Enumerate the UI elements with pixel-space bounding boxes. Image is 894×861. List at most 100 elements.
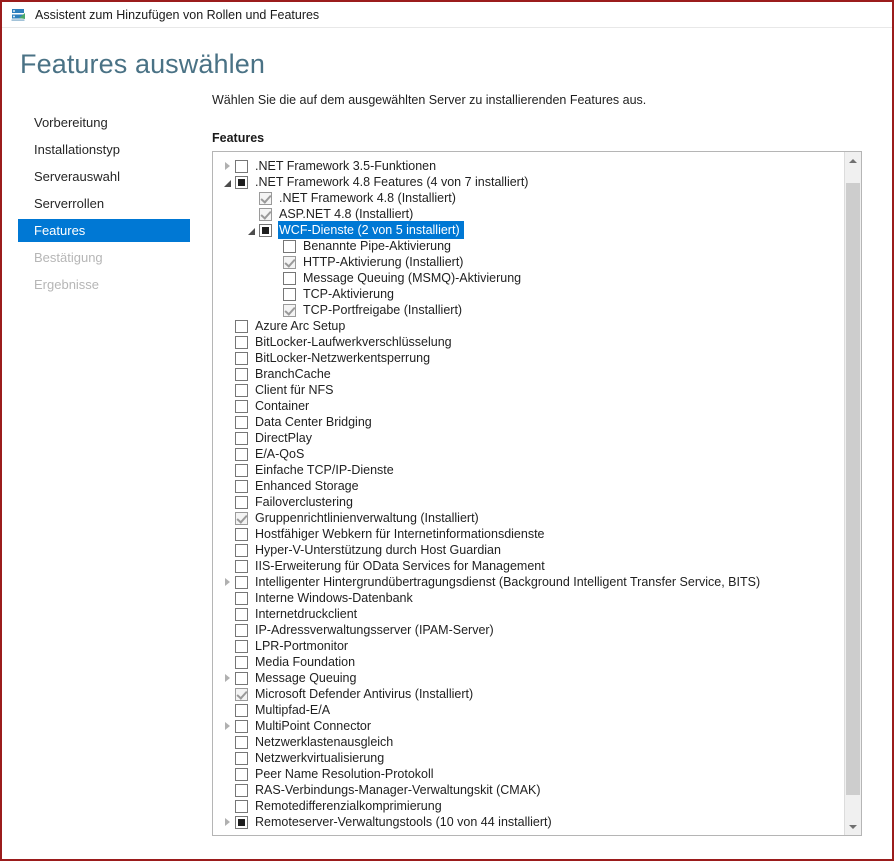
feature-checkbox[interactable] [259, 207, 272, 221]
feature-checkbox[interactable] [235, 671, 248, 685]
feature-checkbox[interactable] [235, 767, 248, 781]
feature-checkbox[interactable] [235, 639, 248, 653]
expand-triangle-icon[interactable] [220, 578, 235, 586]
feature-checkbox[interactable] [235, 431, 248, 445]
feature-row[interactable]: RAS-Verbindungs-Manager-Verwaltungskit (… [213, 782, 844, 798]
feature-row[interactable]: BitLocker-Laufwerkverschlüsselung [213, 334, 844, 350]
feature-row[interactable]: Multipfad-E/A [213, 702, 844, 718]
feature-row[interactable]: .NET Framework 4.8 (Installiert) [213, 190, 844, 206]
feature-checkbox[interactable] [283, 239, 296, 253]
feature-checkbox[interactable] [235, 175, 248, 189]
feature-row[interactable]: .NET Framework 3.5-Funktionen [213, 158, 844, 174]
feature-row[interactable]: TCP-Aktivierung [213, 286, 844, 302]
feature-row[interactable]: Interne Windows-Datenbank [213, 590, 844, 606]
expand-triangle-icon[interactable] [220, 722, 235, 730]
feature-row[interactable]: HTTP-Aktivierung (Installiert) [213, 254, 844, 270]
feature-checkbox[interactable] [235, 559, 248, 573]
feature-checkbox[interactable] [235, 591, 248, 605]
feature-row[interactable]: Media Foundation [213, 654, 844, 670]
feature-checkbox[interactable] [235, 495, 248, 509]
feature-row[interactable]: Einfache TCP/IP-Dienste [213, 462, 844, 478]
feature-row[interactable]: E/A-QoS [213, 446, 844, 462]
feature-row[interactable]: Data Center Bridging [213, 414, 844, 430]
feature-row[interactable]: Message Queuing [213, 670, 844, 686]
feature-checkbox[interactable] [235, 335, 248, 349]
feature-checkbox[interactable] [283, 255, 296, 269]
feature-checkbox[interactable] [235, 383, 248, 397]
feature-row[interactable]: Remoteserver-Verwaltungstools (10 von 44… [213, 814, 844, 830]
feature-row[interactable]: Intelligenter Hintergrundübertragungsdie… [213, 574, 844, 590]
feature-checkbox[interactable] [259, 223, 272, 237]
feature-row[interactable]: Hostfähiger Webkern für Internetinformat… [213, 526, 844, 542]
feature-row[interactable]: Client für NFS [213, 382, 844, 398]
feature-row[interactable]: Internetdruckclient [213, 606, 844, 622]
feature-checkbox[interactable] [283, 287, 296, 301]
feature-checkbox[interactable] [235, 399, 248, 413]
feature-checkbox[interactable] [235, 159, 248, 173]
feature-checkbox[interactable] [235, 351, 248, 365]
sidebar-item-features[interactable]: Features [18, 219, 190, 242]
feature-row[interactable]: Failoverclustering [213, 494, 844, 510]
feature-row[interactable]: Hyper-V-Unterstützung durch Host Guardia… [213, 542, 844, 558]
features-scrollbar[interactable] [844, 152, 861, 835]
feature-row[interactable]: Gruppenrichtlinienverwaltung (Installier… [213, 510, 844, 526]
feature-checkbox[interactable] [235, 607, 248, 621]
feature-checkbox[interactable] [235, 783, 248, 797]
feature-checkbox[interactable] [235, 463, 248, 477]
feature-checkbox[interactable] [235, 479, 248, 493]
feature-row[interactable]: TCP-Portfreigabe (Installiert) [213, 302, 844, 318]
expand-triangle-icon[interactable] [220, 162, 235, 170]
sidebar-item-serverauswahl[interactable]: Serverauswahl [2, 165, 208, 188]
feature-checkbox[interactable] [283, 303, 296, 317]
feature-checkbox[interactable] [235, 799, 248, 813]
sidebar-item-serverrollen[interactable]: Serverrollen [2, 192, 208, 215]
feature-row[interactable]: LPR-Portmonitor [213, 638, 844, 654]
feature-row[interactable]: Benannte Pipe-Aktivierung [213, 238, 844, 254]
scrollbar-track[interactable] [845, 169, 861, 818]
feature-row[interactable]: Container [213, 398, 844, 414]
feature-row[interactable]: IIS-Erweiterung für OData Services for M… [213, 558, 844, 574]
collapse-triangle-icon[interactable] [244, 225, 259, 235]
scrollbar-up-button[interactable] [845, 152, 861, 169]
features-listbox[interactable]: .NET Framework 3.5-Funktionen .NET Framew… [212, 151, 862, 836]
feature-checkbox[interactable] [235, 415, 248, 429]
feature-checkbox[interactable] [235, 751, 248, 765]
feature-checkbox[interactable] [235, 367, 248, 381]
feature-checkbox[interactable] [235, 623, 248, 637]
feature-row[interactable]: Remotedifferenzialkomprimierung [213, 798, 844, 814]
feature-row[interactable]: Message Queuing (MSMQ)-Aktivierung [213, 270, 844, 286]
feature-row[interactable]: DirectPlay [213, 430, 844, 446]
feature-checkbox[interactable] [235, 655, 248, 669]
feature-checkbox[interactable] [235, 735, 248, 749]
feature-row[interactable]: IP-Adressverwaltungsserver (IPAM-Server) [213, 622, 844, 638]
feature-row[interactable]: BranchCache [213, 366, 844, 382]
feature-row[interactable]: MultiPoint Connector [213, 718, 844, 734]
collapse-triangle-icon[interactable] [220, 177, 235, 187]
feature-row[interactable]: Netzwerklastenausgleich [213, 734, 844, 750]
feature-row[interactable]: Netzwerkvirtualisierung [213, 750, 844, 766]
feature-checkbox[interactable] [235, 703, 248, 717]
feature-row[interactable]: Azure Arc Setup [213, 318, 844, 334]
feature-checkbox[interactable] [235, 527, 248, 541]
sidebar-item-installationstyp[interactable]: Installationstyp [2, 138, 208, 161]
feature-checkbox[interactable] [283, 271, 296, 285]
feature-row[interactable]: ASP.NET 4.8 (Installiert) [213, 206, 844, 222]
sidebar-item-vorbereitung[interactable]: Vorbereitung [2, 111, 208, 134]
feature-row[interactable]: .NET Framework 4.8 Features (4 von 7 ins… [213, 174, 844, 190]
feature-checkbox[interactable] [235, 511, 248, 525]
scrollbar-thumb[interactable] [846, 183, 860, 795]
feature-row[interactable]: BitLocker-Netzwerkentsperrung [213, 350, 844, 366]
scrollbar-down-button[interactable] [845, 818, 861, 835]
expand-triangle-icon[interactable] [220, 674, 235, 682]
feature-checkbox[interactable] [235, 575, 248, 589]
feature-row[interactable]: Microsoft Defender Antivirus (Installier… [213, 686, 844, 702]
feature-checkbox[interactable] [235, 447, 248, 461]
feature-row[interactable]: WCF-Dienste (2 von 5 installiert) [213, 221, 844, 239]
feature-checkbox[interactable] [235, 543, 248, 557]
feature-checkbox[interactable] [235, 319, 248, 333]
features-tree[interactable]: .NET Framework 3.5-Funktionen .NET Framew… [213, 152, 844, 835]
feature-row[interactable]: Peer Name Resolution-Protokoll [213, 766, 844, 782]
feature-row[interactable]: Enhanced Storage [213, 478, 844, 494]
expand-triangle-icon[interactable] [220, 818, 235, 826]
feature-checkbox[interactable] [235, 719, 248, 733]
